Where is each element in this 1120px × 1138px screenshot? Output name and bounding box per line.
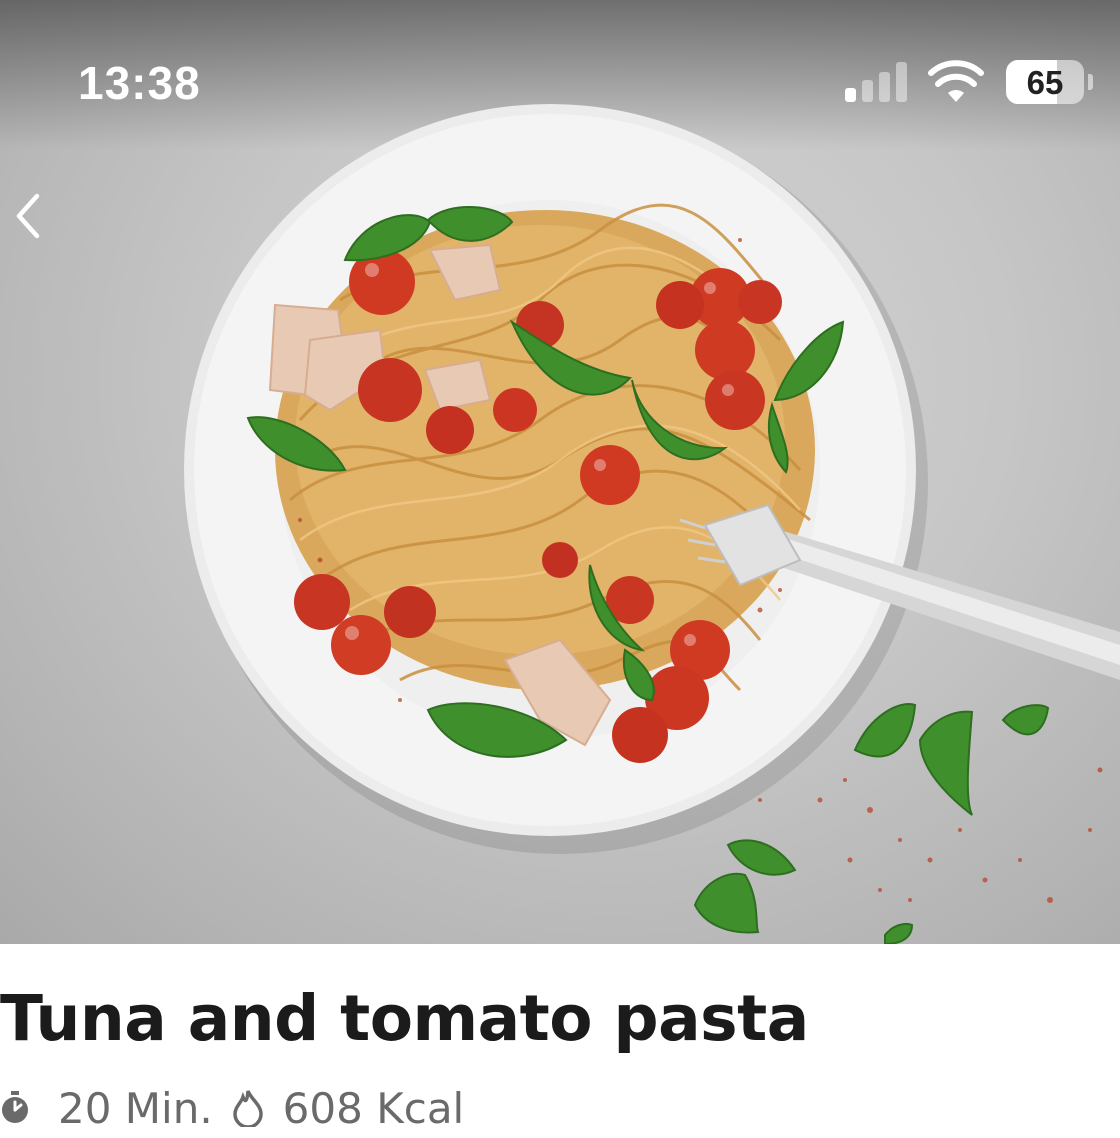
battery-percent: 65 bbox=[1026, 64, 1064, 101]
recipe-duration: 20 Min. bbox=[58, 1083, 213, 1133]
battery-tip bbox=[1088, 74, 1093, 90]
recipe-meta: 20 Min. 608 Kcal bbox=[0, 1078, 464, 1138]
status-time: 13:38 bbox=[78, 57, 201, 109]
cellular-signal-icon bbox=[845, 62, 907, 102]
chevron-left-icon bbox=[16, 193, 40, 239]
flame-icon bbox=[232, 1089, 263, 1127]
battery-icon: 65 bbox=[1006, 60, 1084, 104]
status-bar: 13:38 65 bbox=[0, 0, 1120, 160]
back-button[interactable] bbox=[0, 186, 56, 246]
recipe-calories: 608 Kcal bbox=[282, 1083, 465, 1133]
wifi-icon bbox=[928, 60, 984, 102]
recipe-title: Tuna and tomato pasta bbox=[0, 982, 809, 1055]
